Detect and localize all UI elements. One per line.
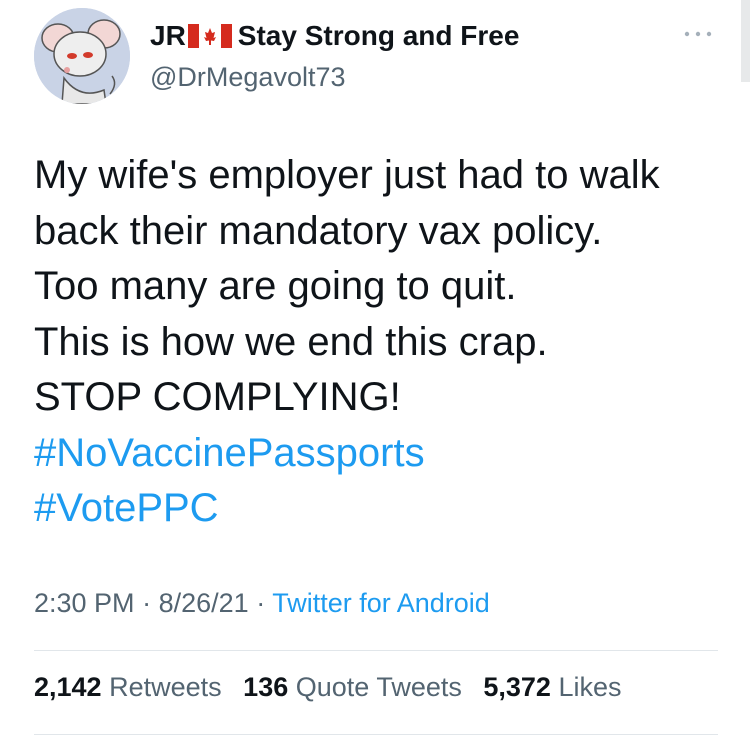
likes-stat[interactable]: 5,372 Likes [483, 672, 621, 702]
quote-tweets-label: Quote Tweets [295, 672, 462, 702]
cartoon-mouse-avatar-icon [34, 8, 130, 104]
tweet-line: Too many are going to quit. [34, 264, 517, 308]
meta-separator: · [142, 588, 152, 618]
divider [34, 650, 718, 651]
retweets-count: 2,142 [34, 672, 102, 702]
canada-flag-icon [187, 24, 232, 48]
tweet-line: STOP COMPLYING! [34, 375, 401, 419]
author-display-name[interactable]: JR Stay Strong and Free [150, 20, 519, 52]
scrollbar[interactable] [741, 0, 750, 82]
author-name-prefix: JR [150, 20, 186, 51]
tweet-date[interactable]: 8/26/21 [159, 588, 249, 618]
tweet-line: This is how we end this crap. [34, 319, 548, 364]
quote-tweets-count: 136 [243, 672, 289, 702]
avatar[interactable] [34, 8, 130, 104]
hashtag-link[interactable]: #NoVaccinePassports [34, 426, 724, 482]
tweet-line: My wife's employer just had to walk [34, 153, 660, 197]
author-name-suffix: Stay Strong and Free [237, 20, 520, 51]
ellipsis-icon[interactable] [678, 24, 718, 44]
quote-tweets-stat[interactable]: 136 Quote Tweets [243, 672, 462, 702]
tweet-time[interactable]: 2:30 PM [34, 588, 135, 618]
retweets-stat[interactable]: 2,142 Retweets [34, 672, 222, 702]
retweets-label: Retweets [109, 672, 222, 702]
tweet-stats: 2,142 Retweets 136 Quote Tweets 5,372 Li… [34, 672, 636, 703]
tweet-source-link[interactable]: Twitter for Android [272, 588, 490, 618]
likes-count: 5,372 [483, 672, 551, 702]
tweet-meta: 2:30 PM · 8/26/21 · Twitter for Android [34, 588, 490, 619]
author-handle[interactable]: @DrMegavolt73 [150, 62, 346, 93]
tweet-line: back their mandatory vax policy. [34, 208, 603, 253]
tweet-text: My wife's employer just had to walk back… [34, 148, 724, 537]
meta-separator: · [256, 588, 266, 618]
likes-label: Likes [558, 672, 622, 702]
hashtag-link[interactable]: #VotePPC [34, 481, 724, 537]
divider [34, 734, 718, 735]
